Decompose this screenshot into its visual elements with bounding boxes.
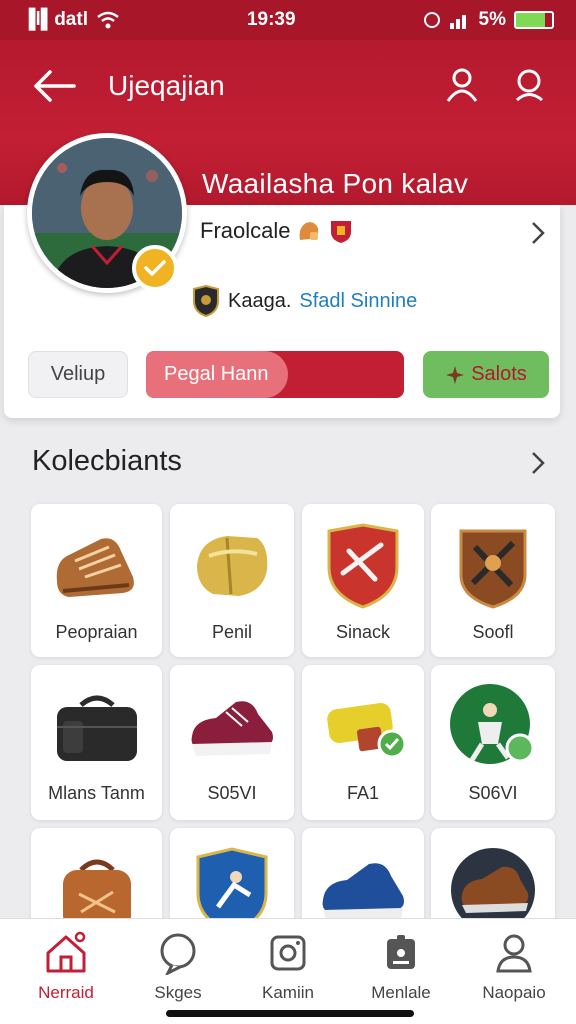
- tab-label: Naopaio: [482, 983, 546, 1002]
- bottom-tab-bar: Nerraid Skges Kamiin Menlale Naopaio: [0, 918, 576, 1024]
- tab-profile[interactable]: Naopaio: [464, 931, 564, 1011]
- wifi-icon: [97, 11, 119, 29]
- collection-item[interactable]: FA1: [302, 665, 424, 820]
- select-button-label: Salots: [471, 363, 527, 385]
- badge-icon: [387, 935, 415, 969]
- chat-icon: [160, 933, 196, 975]
- golden-shin-guard-icon: [182, 518, 282, 614]
- progress-button-label: Pegal Hann: [164, 363, 269, 385]
- tab-camera[interactable]: Kamiin: [238, 931, 338, 1011]
- status-bar: ▐l▌datl 19:39 5%: [0, 0, 576, 40]
- signal-icon: [449, 15, 466, 29]
- role-label: Fraolcale: [200, 218, 291, 243]
- collection-item[interactable]: Sinack: [302, 504, 424, 657]
- verified-badge: [132, 245, 178, 291]
- home-indicator: [166, 1010, 414, 1017]
- tab-label: Nerraid: [38, 983, 94, 1002]
- camera-icon: [270, 935, 306, 971]
- club-label: Kaaga.: [228, 289, 292, 312]
- carrier-label: ▐l▌datl: [22, 9, 88, 30]
- collection-item-label: Sinack: [335, 622, 391, 642]
- collection-item-label: Peopraian: [55, 622, 138, 642]
- tab-home[interactable]: Nerraid: [16, 931, 116, 1011]
- status-time: 19:39: [246, 9, 296, 30]
- role-row[interactable]: Fraolcale: [200, 218, 354, 244]
- collection-item[interactable]: Penil: [170, 504, 294, 657]
- select-button[interactable]: Salots: [423, 351, 549, 398]
- account-button[interactable]: [442, 64, 482, 106]
- page-title: Ujeqajian: [108, 70, 225, 101]
- club-shield-icon: [193, 285, 219, 317]
- collection-title: Kolecbiants: [32, 445, 182, 477]
- setup-button-label: Veliup: [50, 363, 106, 385]
- collection-item-label: FA1: [346, 783, 380, 803]
- collection-item-label: S05VI: [207, 783, 257, 803]
- chevron-right-icon: [532, 452, 545, 474]
- battery-percent: 5%: [478, 9, 506, 30]
- sparkle-icon: [446, 365, 465, 384]
- collection-item[interactable]: Peopraian: [31, 504, 162, 657]
- gold-scroll-icon: [313, 679, 413, 775]
- collection-item[interactable]: Mlans Tanm: [31, 665, 162, 820]
- battery-icon: [514, 11, 554, 29]
- leather-boot-icon: [47, 518, 147, 614]
- tab-label: Skges: [154, 983, 202, 1002]
- check-icon: [144, 260, 166, 276]
- tab-label: Kamiin: [262, 983, 314, 1002]
- profile-icon: [496, 934, 532, 973]
- collection-item[interactable]: S06VI: [431, 665, 555, 820]
- club-row: Kaaga. Sfadl Sinnine: [192, 285, 417, 317]
- tab-chat[interactable]: Skges: [128, 931, 228, 1011]
- role-chevron-button[interactable]: [526, 218, 550, 248]
- home-icon: [46, 931, 86, 973]
- profile-name: Waailasha Pon kalav: [202, 168, 469, 199]
- chevron-right-icon: [532, 222, 545, 244]
- collection-item-label: Penil: [211, 622, 253, 642]
- bronze-badge-icon: [443, 518, 543, 614]
- alarm-icon: [423, 12, 440, 28]
- user-icon: [446, 68, 478, 102]
- collection-more-button[interactable]: [526, 448, 550, 478]
- club-crest-icon: [331, 221, 352, 243]
- red-crest-shield-icon: [313, 518, 413, 614]
- collection-item-label: Soofl: [472, 622, 514, 642]
- pink-sneaker-icon: [182, 679, 282, 775]
- collection-item-label: Mlans Tanm: [48, 783, 145, 803]
- search-button[interactable]: [510, 64, 550, 106]
- collection-item-label: S06VI: [468, 783, 518, 803]
- search-icon: [515, 69, 543, 102]
- tab-badges[interactable]: Menlale: [351, 931, 451, 1011]
- back-arrow-icon: [34, 70, 76, 102]
- green-player-badge-icon: [443, 679, 543, 775]
- glove-icon: [300, 222, 319, 240]
- back-button[interactable]: [30, 66, 78, 106]
- setup-button[interactable]: Veliup: [28, 351, 128, 398]
- tab-label: Menlale: [371, 983, 431, 1002]
- black-kit-bag-icon: [47, 679, 147, 775]
- progress-button[interactable]: Pegal Hann: [146, 351, 404, 398]
- collection-item[interactable]: S05VI: [170, 665, 294, 820]
- collection-item[interactable]: Soofl: [431, 504, 555, 657]
- club-accent-label: Sfadl Sinnine: [299, 289, 418, 312]
